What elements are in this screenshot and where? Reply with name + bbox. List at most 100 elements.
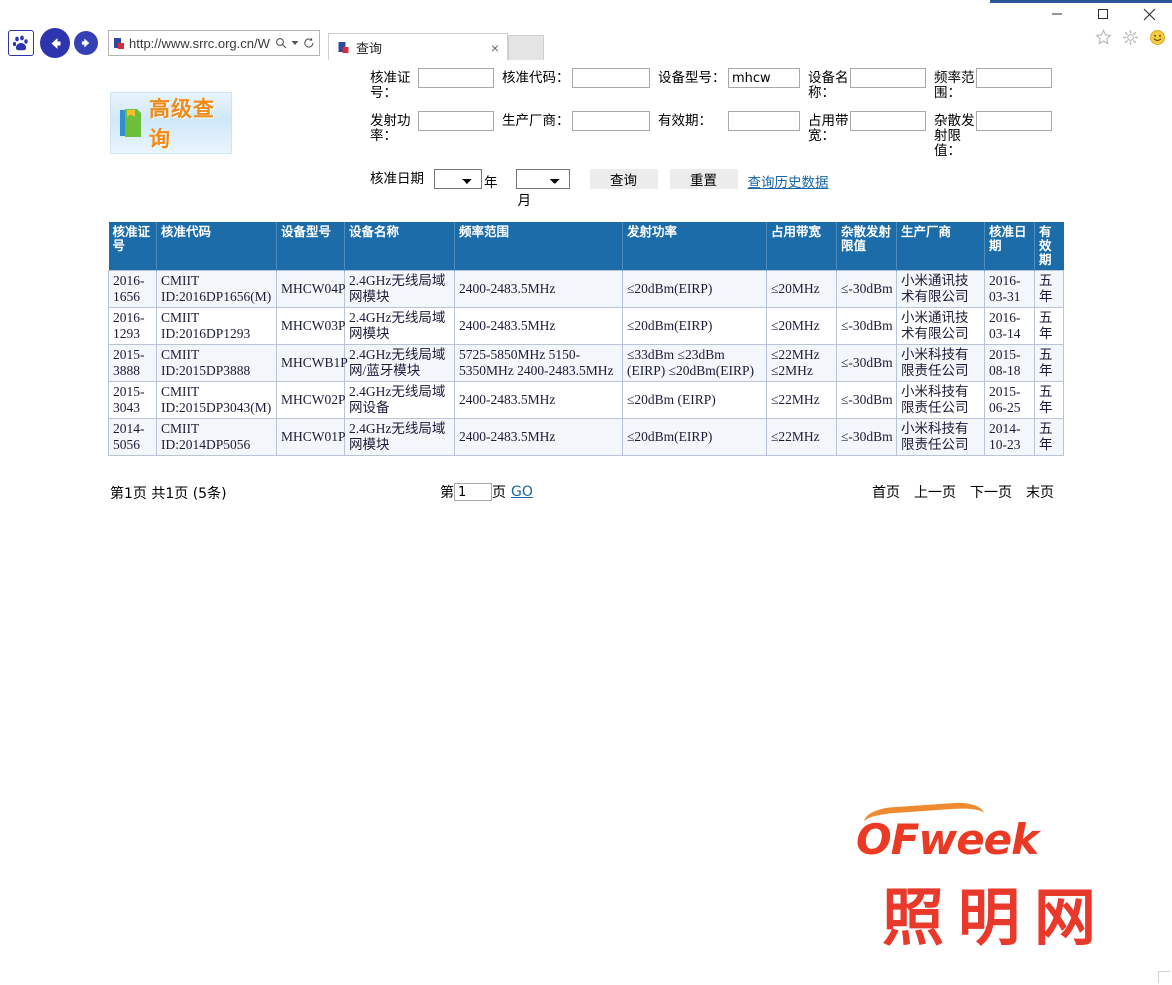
banner-title: 高级查询: [149, 97, 215, 151]
advanced-query-form: 核准证号： 核准代码： 设备型号： 设备名称： 频率范围： 发射功率： 生产: [370, 68, 1052, 209]
search-icon[interactable]: [275, 37, 287, 49]
cell-cert-no: 2014-5056: [108, 418, 157, 456]
history-data-link[interactable]: 查询历史数据: [748, 169, 829, 191]
cell-device-name: 2.4GHz无线局域网/蓝牙模块: [344, 344, 455, 382]
star-icon[interactable]: [1095, 29, 1112, 46]
approve-month-select[interactable]: [515, 169, 570, 189]
pagination-nav: 首页 上一页 下一页 末页: [872, 482, 1054, 502]
cell-cert-code: CMIIT ID:2015DP3043(M): [156, 381, 277, 419]
refresh-icon[interactable]: [303, 37, 315, 49]
forward-arrow-icon[interactable]: [74, 31, 98, 55]
cell-valid-period: 五年: [1034, 381, 1064, 419]
spurious-limit-input[interactable]: [976, 111, 1052, 131]
cell-tx-power: ≤20dBm(EIRP): [622, 270, 767, 308]
prev-page-link[interactable]: 上一页: [914, 482, 956, 502]
maximize-icon[interactable]: [1080, 0, 1126, 28]
cell-bandwidth: ≤20MHz: [766, 270, 837, 308]
cell-valid-period: 五年: [1034, 418, 1064, 456]
jump-suffix-label: 页: [492, 485, 506, 501]
tx-power-input[interactable]: [418, 111, 494, 131]
cell-bandwidth: ≤22MHz ≤2MHz: [766, 344, 837, 382]
minimize-icon[interactable]: [1034, 0, 1080, 28]
back-arrow-icon[interactable]: [40, 28, 70, 58]
results-table-wrapper: 核准证号 核准代码 设备型号 设备名称 频率范围 发射功率 占用带宽 杂散发射限…: [108, 222, 1064, 456]
th-manufacturer: 生产厂商: [896, 222, 985, 271]
close-icon[interactable]: [1126, 0, 1172, 28]
cell-bandwidth: ≤22MHz: [766, 418, 837, 456]
cell-device-model: MHCW02P: [276, 381, 346, 419]
label-device-model: 设备型号：: [658, 70, 726, 86]
cell-manufacturer: 小米科技有限责任公司: [896, 344, 985, 382]
cell-valid-period: 五年: [1034, 270, 1064, 308]
table-row[interactable]: 2016-1293 CMIIT ID:2016DP1293 MHCW03P 2.…: [108, 307, 1064, 345]
new-tab-button[interactable]: [508, 35, 544, 61]
toolbar-right-icons: [1095, 29, 1166, 46]
th-spurious: 杂散发射限值: [836, 222, 897, 271]
cell-tx-power: ≤20dBm(EIRP): [622, 418, 767, 456]
scroll-corner: [1158, 971, 1170, 983]
label-approve-date: 核准日期: [370, 171, 424, 187]
chevron-down-icon[interactable]: [291, 39, 299, 47]
cell-bandwidth: ≤20MHz: [766, 307, 837, 345]
form-row-1: 核准证号： 核准代码： 设备型号： 设备名称： 频率范围：: [370, 68, 1052, 101]
gear-icon[interactable]: [1122, 29, 1139, 46]
last-page-link[interactable]: 末页: [1026, 482, 1054, 502]
site-favicon-icon: [114, 37, 124, 49]
page-content: 高级查询 核准证号： 核准代码： 设备型号： 设备名称： 频率范围：: [0, 60, 1172, 985]
table-row[interactable]: 2016-1656 CMIIT ID:2016DP1656(M) MHCW04P…: [108, 270, 1064, 308]
cell-cert-no: 2016-1293: [108, 307, 157, 345]
label-cert-no: 核准证号：: [370, 70, 411, 101]
cell-valid-period: 五年: [1034, 344, 1064, 382]
cell-cert-no: 2015-3043: [108, 381, 157, 419]
cell-device-name: 2.4GHz无线局域网设备: [344, 381, 455, 419]
cell-valid-period: 五年: [1034, 307, 1064, 345]
cell-freq-range: 2400-2483.5MHz: [454, 307, 623, 345]
cell-cert-code: CMIIT ID:2014DP5056: [156, 418, 277, 456]
address-url[interactable]: http://www.srrc.org.cn/WP_: [129, 36, 271, 51]
page-number-input[interactable]: [454, 483, 492, 501]
query-button[interactable]: 查询: [589, 169, 658, 189]
go-button[interactable]: GO: [511, 484, 533, 500]
cell-approve-date: 2015-06-25: [984, 381, 1035, 419]
address-bar[interactable]: http://www.srrc.org.cn/WP_: [108, 30, 320, 56]
cert-code-input[interactable]: [572, 68, 650, 88]
ofweek-watermark: OFweek 照明网: [834, 800, 1164, 955]
cell-manufacturer: 小米科技有限责任公司: [896, 418, 985, 456]
baidu-paw-icon[interactable]: [8, 30, 34, 56]
cell-tx-power: ≤33dBm ≤23dBm (EIRP) ≤20dBm(EIRP): [622, 344, 767, 382]
smiley-icon[interactable]: [1149, 29, 1166, 46]
cell-cert-code: CMIIT ID:2015DP3888: [156, 344, 277, 382]
th-cert-code: 核准代码: [156, 222, 277, 271]
device-model-input[interactable]: [728, 68, 800, 88]
device-name-input[interactable]: [850, 68, 926, 88]
tab-close-icon[interactable]: ×: [491, 41, 499, 55]
label-bandwidth: 占用带宽：: [808, 113, 849, 144]
tab-query[interactable]: 查询 ×: [328, 33, 508, 61]
reset-button[interactable]: 重置: [669, 169, 738, 189]
cell-freq-range: 5725-5850MHz 5150-5350MHz 2400-2483.5MHz: [454, 344, 623, 382]
freq-range-input[interactable]: [976, 68, 1052, 88]
cell-freq-range: 2400-2483.5MHz: [454, 418, 623, 456]
table-row[interactable]: 2015-3043 CMIIT ID:2015DP3043(M) MHCW02P…: [108, 381, 1064, 419]
th-freq-range: 频率范围: [454, 222, 623, 271]
cell-device-name: 2.4GHz无线局域网模块: [344, 270, 455, 308]
cell-cert-code: CMIIT ID:2016DP1656(M): [156, 270, 277, 308]
th-device-model: 设备型号: [276, 222, 345, 271]
approve-year-select[interactable]: [434, 169, 482, 189]
cert-no-input[interactable]: [418, 68, 494, 88]
bandwidth-input[interactable]: [850, 111, 926, 131]
year-unit-label: 年: [484, 175, 498, 191]
valid-period-input[interactable]: [728, 111, 800, 131]
results-table: 核准证号 核准代码 设备型号 设备名称 频率范围 发射功率 占用带宽 杂散发射限…: [108, 222, 1064, 456]
page-jump-group: 第 页 GO: [440, 482, 533, 502]
manufacturer-input[interactable]: [572, 111, 650, 131]
table-row[interactable]: 2014-5056 CMIIT ID:2014DP5056 MHCW01P 2.…: [108, 418, 1064, 456]
label-device-name: 设备名称：: [808, 70, 849, 101]
form-row-2: 发射功率： 生产厂商： 有效期： 占用带宽： 杂散发射限值：: [370, 111, 1052, 159]
first-page-link[interactable]: 首页: [872, 482, 900, 502]
cell-spurious: ≤-30dBm: [836, 307, 897, 345]
th-valid-period: 有效期: [1034, 222, 1064, 271]
next-page-link[interactable]: 下一页: [970, 482, 1012, 502]
th-bandwidth: 占用带宽: [766, 222, 837, 271]
table-row[interactable]: 2015-3888 CMIIT ID:2015DP3888 MHCWB1P 2.…: [108, 344, 1064, 382]
